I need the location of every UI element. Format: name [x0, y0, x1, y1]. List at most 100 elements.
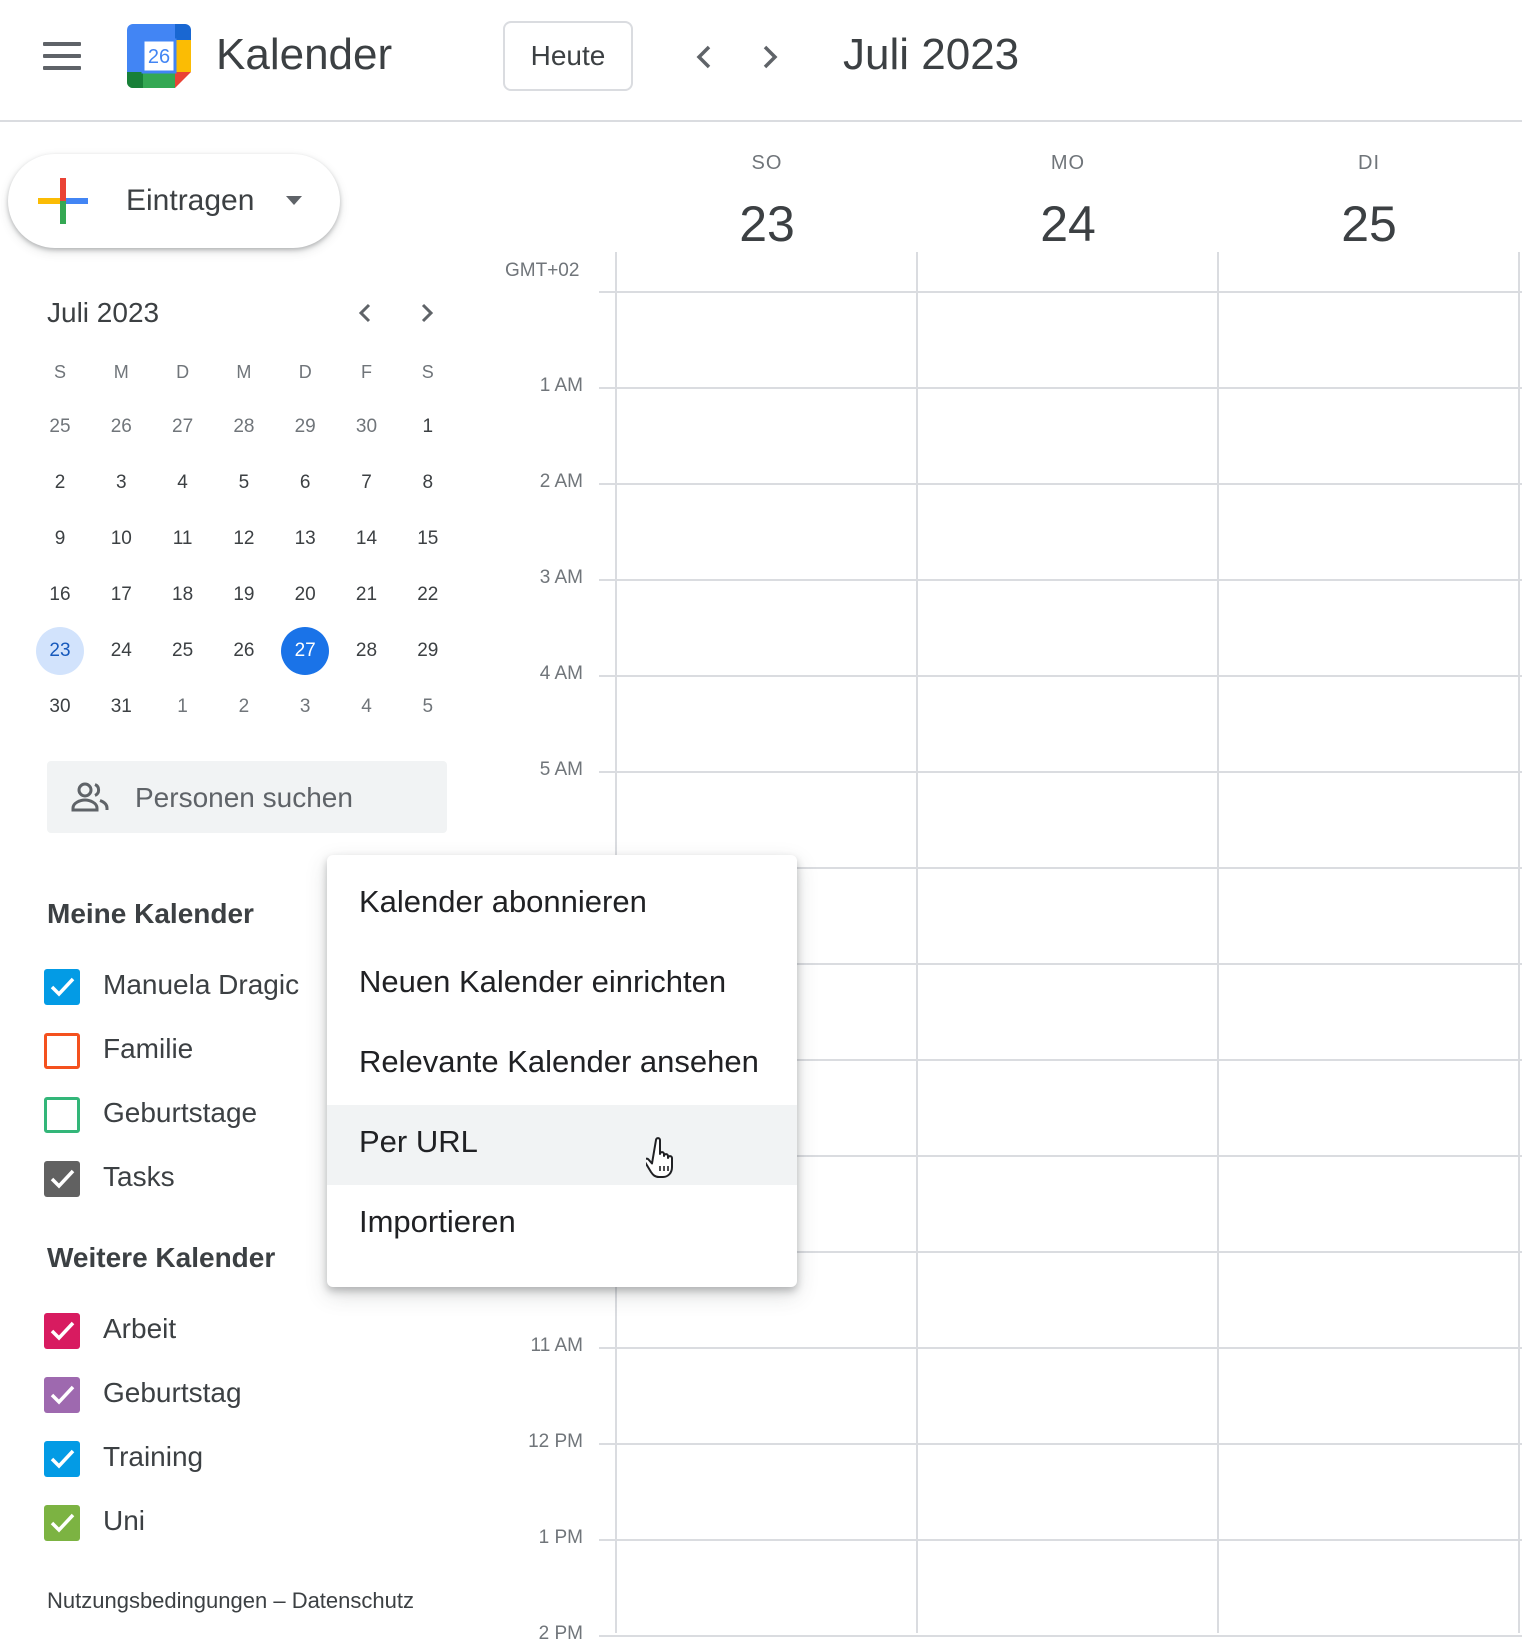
- checkbox-unchecked-icon[interactable]: [44, 1033, 80, 1069]
- mini-day[interactable]: 20: [281, 571, 329, 619]
- hour-gridline: [599, 291, 1522, 293]
- menu-item-label: Kalender abonnieren: [359, 884, 647, 919]
- mini-day[interactable]: 5: [404, 683, 452, 731]
- mini-day[interactable]: 6: [281, 459, 329, 507]
- hour-label: 5 AM: [539, 759, 583, 780]
- hour-label: 3 AM: [539, 567, 583, 588]
- current-period-title: Juli 2023: [843, 30, 1020, 79]
- mini-day[interactable]: 3: [97, 459, 145, 507]
- create-event-button[interactable]: Eintragen: [8, 154, 340, 248]
- mini-day[interactable]: 23: [36, 627, 84, 675]
- mini-day[interactable]: 21: [343, 571, 391, 619]
- mini-day[interactable]: 29: [404, 627, 452, 675]
- mini-day[interactable]: 2: [220, 683, 268, 731]
- menu-item-label: Per URL: [359, 1124, 478, 1159]
- mini-next-month-icon[interactable]: [410, 297, 442, 329]
- mini-day[interactable]: 15: [404, 515, 452, 563]
- mini-day[interactable]: 4: [159, 459, 207, 507]
- hour-gridline: [599, 675, 1522, 677]
- mini-day[interactable]: 19: [220, 571, 268, 619]
- other-calendars-title[interactable]: Weitere Kalender: [47, 1242, 275, 1274]
- today-button[interactable]: Heute: [503, 21, 633, 91]
- day-number[interactable]: 24: [918, 195, 1218, 253]
- mini-day[interactable]: 12: [220, 515, 268, 563]
- menu-item-import[interactable]: Importieren: [327, 1185, 797, 1265]
- mini-weekday-header: D: [176, 361, 190, 382]
- day-header-tuesday[interactable]: DI 25: [1219, 152, 1519, 253]
- mini-day[interactable]: 1: [159, 683, 207, 731]
- mini-day[interactable]: 5: [220, 459, 268, 507]
- mini-day[interactable]: 28: [220, 403, 268, 451]
- mini-day[interactable]: 4: [343, 683, 391, 731]
- privacy-link[interactable]: Datenschutz: [292, 1588, 414, 1613]
- menu-item-from-url[interactable]: Per URL: [327, 1105, 797, 1185]
- mini-day[interactable]: 9: [36, 515, 84, 563]
- next-period-icon[interactable]: [749, 37, 789, 77]
- day-number[interactable]: 23: [617, 195, 917, 253]
- mini-day[interactable]: 14: [343, 515, 391, 563]
- mini-day[interactable]: 16: [36, 571, 84, 619]
- mini-prev-month-icon[interactable]: [350, 297, 382, 329]
- menu-item-label: Relevante Kalender ansehen: [359, 1044, 759, 1079]
- menu-item-browse-relevant[interactable]: Relevante Kalender ansehen: [327, 1025, 797, 1105]
- menu-item-create-new[interactable]: Neuen Kalender einrichten: [327, 945, 797, 1025]
- hour-label: 11 AM: [530, 1335, 583, 1356]
- hour-label: 4 AM: [539, 663, 583, 684]
- checkbox-unchecked-icon[interactable]: [44, 1097, 80, 1133]
- mini-day[interactable]: 31: [97, 683, 145, 731]
- footer-separator: –: [273, 1588, 286, 1613]
- logo-day: 26: [147, 46, 171, 68]
- mini-day[interactable]: 13: [281, 515, 329, 563]
- mini-weekday-header: S: [421, 361, 434, 382]
- checkbox-checked-icon[interactable]: [44, 1161, 80, 1197]
- mini-day[interactable]: 22: [404, 571, 452, 619]
- mini-day[interactable]: 30: [36, 683, 84, 731]
- mini-day[interactable]: 25: [159, 627, 207, 675]
- mini-day[interactable]: 29: [281, 403, 329, 451]
- mini-day[interactable]: 30: [343, 403, 391, 451]
- checkbox-checked-icon[interactable]: [44, 1505, 80, 1541]
- mini-day[interactable]: 10: [97, 515, 145, 563]
- mini-day[interactable]: 18: [159, 571, 207, 619]
- mini-day[interactable]: 24: [97, 627, 145, 675]
- checkbox-checked-icon[interactable]: [44, 969, 80, 1005]
- day-header-sunday[interactable]: SO 23: [617, 152, 917, 253]
- mini-day[interactable]: 26: [97, 403, 145, 451]
- people-search-field[interactable]: Personen suchen: [47, 761, 447, 833]
- calendar-item-label: Familie: [103, 1033, 194, 1064]
- mini-day[interactable]: 2: [36, 459, 84, 507]
- hour-gridline: [599, 1539, 1522, 1541]
- checkbox-checked-icon[interactable]: [44, 1441, 80, 1477]
- mini-day[interactable]: 11: [159, 515, 207, 563]
- main-menu-icon[interactable]: [43, 42, 81, 70]
- calendar-item-label: Uni: [103, 1505, 146, 1536]
- hour-gridline: [599, 1443, 1522, 1445]
- menu-item-label: Importieren: [359, 1204, 516, 1239]
- mini-day[interactable]: 26: [220, 627, 268, 675]
- mini-weekday-header: M: [113, 361, 129, 382]
- menu-item-subscribe[interactable]: Kalender abonnieren: [327, 865, 797, 945]
- calendar-item-label: Training: [103, 1441, 204, 1472]
- mini-weekday-header: D: [298, 361, 312, 382]
- terms-link[interactable]: Nutzungsbedingungen: [47, 1588, 267, 1613]
- checkbox-checked-icon[interactable]: [44, 1313, 80, 1349]
- mini-day[interactable]: 28: [343, 627, 391, 675]
- checkbox-checked-icon[interactable]: [44, 1377, 80, 1413]
- create-label: Eintragen: [126, 184, 255, 217]
- mini-day[interactable]: 8: [404, 459, 452, 507]
- mini-day[interactable]: 1: [404, 403, 452, 451]
- previous-period-icon[interactable]: [685, 37, 725, 77]
- day-header-monday[interactable]: MO 24: [918, 152, 1218, 253]
- menu-item-label: Neuen Kalender einrichten: [359, 964, 727, 999]
- mini-day[interactable]: 25: [36, 403, 84, 451]
- app-title[interactable]: Kalender: [216, 30, 392, 80]
- mini-day[interactable]: 17: [97, 571, 145, 619]
- mini-weekday-header: F: [361, 361, 372, 382]
- mini-day[interactable]: 27: [281, 627, 330, 675]
- mini-day[interactable]: 3: [281, 683, 329, 731]
- mini-day[interactable]: 27: [159, 403, 207, 451]
- my-calendars-title[interactable]: Meine Kalender: [47, 898, 254, 930]
- day-number[interactable]: 25: [1219, 195, 1519, 253]
- mini-day[interactable]: 7: [343, 459, 391, 507]
- hour-gridline: [599, 771, 1522, 773]
